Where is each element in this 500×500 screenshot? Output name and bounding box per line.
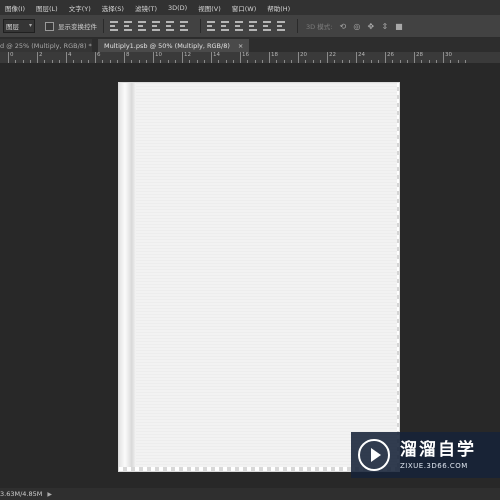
chevron-right-icon[interactable]: ▶ [47, 491, 52, 498]
ruler-label: 22 [329, 52, 336, 58]
auto-select-value: 图层 [6, 23, 19, 31]
play-logo-icon [358, 439, 390, 471]
ruler-major-tick [8, 52, 9, 63]
ruler-major-tick [327, 52, 328, 63]
menu-select[interactable]: 选择(S) [102, 3, 124, 13]
align-bottom-icon[interactable] [138, 21, 146, 31]
options-bar: 图层 ▾ 显示变换控件 3D 模式: ⟲ ◎ ✥ ⇕ ■ [0, 15, 500, 38]
document-canvas[interactable] [119, 83, 399, 471]
distribute-hcenter-icon[interactable] [263, 21, 271, 31]
show-transform-checkbox[interactable] [45, 21, 54, 31]
pan-3d-icon[interactable]: ✥ [366, 22, 375, 31]
ruler-label: 24 [358, 52, 365, 58]
book-spine [119, 83, 136, 471]
align-right-icon[interactable] [180, 21, 188, 31]
book-page-edge [397, 83, 399, 471]
menu-filter[interactable]: 滤镜(T) [135, 3, 157, 13]
ruler-label: 10 [155, 52, 162, 58]
document-tabs: d @ 25% (Multiply, RGB/8) * × Multiply1.… [0, 38, 500, 52]
distribute-vcenter-icon[interactable] [221, 21, 229, 31]
ruler-major-tick [124, 52, 125, 63]
ruler-label: 0 [10, 52, 14, 58]
align-hcenter-icon[interactable] [166, 21, 174, 31]
menu-3d[interactable]: 3D(D) [168, 4, 187, 12]
ruler-label: 2 [39, 52, 43, 58]
menu-layer[interactable]: 图层(L) [36, 3, 58, 13]
divider [200, 19, 201, 33]
align-left-icon[interactable] [152, 21, 160, 31]
ruler-label: 28 [416, 52, 423, 58]
watermark-title: 溜溜自学 [400, 439, 476, 460]
distribute-left-icon[interactable] [249, 21, 257, 31]
close-icon[interactable]: × [238, 42, 243, 50]
watermark-url: ZIXUE.3D66.COM [400, 461, 468, 470]
ruler-label: 20 [300, 52, 307, 58]
divider [297, 19, 298, 33]
align-top-icon[interactable] [110, 21, 118, 31]
tab-label: d @ 25% (Multiply, RGB/8) * [0, 41, 92, 50]
menu-image[interactable]: 图像(I) [5, 3, 25, 13]
ruler-label: 18 [271, 52, 278, 58]
slide-3d-icon[interactable]: ⇕ [380, 22, 389, 31]
ruler-label: 4 [68, 52, 72, 58]
distribute-top-icon[interactable] [207, 21, 215, 31]
ruler-label: 8 [126, 52, 130, 58]
align-vcenter-icon[interactable] [124, 21, 132, 31]
ruler-major-tick [356, 52, 357, 63]
ruler-label: 16 [242, 52, 249, 58]
ruler-label: 26 [387, 52, 394, 58]
mode-3d-label: 3D 模式: [306, 23, 333, 31]
chevron-down-icon: ▾ [28, 22, 32, 29]
ruler-major-tick [153, 52, 154, 63]
divider [103, 19, 104, 33]
distribute-bottom-icon[interactable] [235, 21, 243, 31]
ruler-major-tick [66, 52, 67, 63]
menu-help[interactable]: 帮助(H) [267, 3, 290, 13]
menu-type[interactable]: 文字(Y) [69, 3, 91, 13]
ruler-major-tick [443, 52, 444, 63]
menu-window[interactable]: 窗口(W) [232, 3, 257, 13]
ruler-label: 30 [445, 52, 452, 58]
ruler-major-tick [269, 52, 270, 63]
distribute-right-icon[interactable] [277, 21, 285, 31]
roll-3d-icon[interactable]: ◎ [352, 22, 361, 31]
show-transform-label: 显示变换控件 [58, 23, 97, 31]
menu-view[interactable]: 视图(V) [198, 3, 221, 13]
ruler-major-tick [95, 52, 96, 63]
ruler-major-tick [385, 52, 386, 63]
ruler-label: 6 [97, 52, 101, 58]
ruler-major-tick [182, 52, 183, 63]
tab-label: Multiply1.psb @ 50% (Multiply, RGB/8) [104, 41, 230, 50]
doc-size: 3.63M/4.85M [0, 490, 43, 498]
ruler-major-tick [414, 52, 415, 63]
auto-select-dropdown[interactable]: 图层 ▾ [3, 19, 35, 33]
ruler-label: 14 [213, 52, 220, 58]
ruler-label: 12 [184, 52, 191, 58]
watermark: 溜溜自学 ZIXUE.3D66.COM [351, 432, 500, 478]
status-bar: 3.63M/4.85M ▶ [0, 488, 500, 500]
ruler-major-tick [37, 52, 38, 63]
menu-bar: 图像(I) 图层(L) 文字(Y) 选择(S) 滤镜(T) 3D(D) 视图(V… [0, 0, 500, 15]
ruler-major-tick [211, 52, 212, 63]
rotate-3d-icon[interactable]: ⟲ [338, 22, 347, 31]
tab-document-1[interactable]: d @ 25% (Multiply, RGB/8) * × [0, 39, 92, 52]
ruler-major-tick [298, 52, 299, 63]
tab-document-2[interactable]: Multiply1.psb @ 50% (Multiply, RGB/8) × [98, 39, 250, 52]
camera-3d-icon[interactable]: ■ [394, 22, 403, 31]
ruler-major-tick [240, 52, 241, 63]
